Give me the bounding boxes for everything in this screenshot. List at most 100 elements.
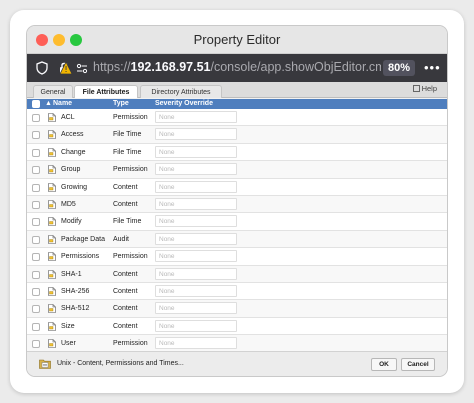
row-checkbox[interactable]	[32, 218, 40, 227]
table-row[interactable]: Modify File Time None	[27, 213, 447, 231]
attribute-name: Size	[61, 322, 75, 330]
table-row[interactable]: SHA-1 Content None	[27, 265, 447, 283]
table-row[interactable]: Group Permission None	[27, 161, 447, 179]
url-bar: https://192.168.97.51/console/app.showOb…	[27, 54, 447, 82]
attribute-name: SHA-1	[61, 270, 82, 278]
zoom-level-button[interactable]: 80%	[383, 60, 415, 76]
severity-override-field[interactable]: None	[155, 302, 237, 315]
row-checkbox[interactable]	[32, 131, 40, 140]
table-row[interactable]: Access File Time None	[27, 126, 447, 144]
file-icon	[48, 113, 56, 122]
cancel-button[interactable]: Cancel	[401, 358, 435, 371]
table-row[interactable]: Change File Time None	[27, 143, 447, 162]
help-icon	[412, 85, 420, 92]
row-checkbox[interactable]	[32, 114, 40, 122]
table-body: ACL Permission None Access File Time None Chan…	[27, 109, 447, 353]
severity-override-field[interactable]: None	[155, 180, 237, 193]
attribute-type: Content	[113, 305, 138, 313]
table-row[interactable]: Package Data Audit None	[27, 230, 447, 249]
severity-override-field[interactable]: None	[155, 284, 237, 297]
attribute-name: SHA-512	[61, 305, 90, 313]
file-icon	[48, 182, 56, 192]
url-field[interactable]: https://192.168.97.51/console/app.showOb…	[93, 60, 381, 74]
column-header-name[interactable]: Name	[53, 99, 72, 109]
row-checkbox[interactable]	[32, 305, 40, 314]
table-row[interactable]: User Permission None	[27, 335, 447, 353]
table-row[interactable]: Permissions Permission None	[27, 248, 447, 266]
sort-ascending-icon[interactable]: ▲	[45, 99, 52, 109]
attribute-name: SHA-256	[61, 287, 90, 295]
severity-override-field[interactable]: None	[155, 145, 237, 158]
rule-name-label: Unix - Content, Permissions and Times...	[57, 360, 184, 367]
row-checkbox[interactable]	[32, 287, 40, 296]
table-row[interactable]: Size Content None	[27, 317, 447, 336]
attribute-name: Permissions	[61, 253, 100, 261]
severity-override-field[interactable]: None	[155, 128, 237, 141]
file-icon	[48, 234, 56, 244]
attribute-name: Growing	[61, 183, 88, 191]
attribute-type: Permission	[113, 166, 148, 174]
attribute-type: Content	[113, 322, 138, 330]
table-row[interactable]: MD5 Content None	[27, 195, 447, 214]
attributes-table: ▲ Name Type Severity Override ACL Permiss…	[27, 99, 447, 353]
row-checkbox[interactable]	[32, 322, 40, 331]
severity-override-field[interactable]: None	[155, 319, 237, 332]
property-editor-window: Property Editor https://192.168.97.51/co…	[27, 26, 447, 376]
attribute-type: File Time	[113, 131, 142, 139]
ok-button[interactable]: OK	[371, 358, 397, 371]
row-checkbox[interactable]	[32, 253, 40, 262]
file-icon	[48, 130, 56, 140]
tab-general[interactable]: General	[33, 85, 73, 98]
attribute-name: Package Data	[61, 235, 105, 243]
row-checkbox[interactable]	[32, 166, 40, 175]
row-checkbox[interactable]	[32, 235, 40, 244]
attribute-name: User	[61, 340, 76, 348]
row-checkbox[interactable]	[32, 183, 40, 192]
severity-override-field[interactable]: None	[155, 215, 237, 228]
url-host: 192.168.97.51	[130, 60, 211, 74]
page-actions-menu-icon[interactable]: •••	[424, 60, 441, 75]
attribute-type: Content	[113, 287, 138, 295]
severity-override-field[interactable]: None	[155, 232, 237, 245]
table-row[interactable]: SHA-512 Content None	[27, 300, 447, 318]
window-title: Property Editor	[193, 32, 281, 47]
tab-strip: General File Attributes Directory Attrib…	[27, 82, 447, 98]
tab-file-attributes[interactable]: File Attributes	[74, 85, 138, 98]
help-link[interactable]: Help	[412, 84, 437, 93]
attribute-type: File Time	[113, 218, 142, 226]
insecure-lock-icon[interactable]	[57, 60, 73, 76]
attribute-name: ACL	[61, 114, 75, 121]
attribute-type: Permission	[113, 114, 148, 121]
tab-directory-attributes[interactable]: Directory Attributes	[140, 85, 222, 98]
attribute-name: Group	[61, 166, 81, 174]
attribute-type: Permission	[113, 253, 148, 261]
permissions-icon[interactable]	[75, 61, 89, 75]
table-row[interactable]: ACL Permission None	[27, 109, 447, 127]
file-icon	[48, 217, 56, 227]
file-icon	[48, 304, 56, 314]
severity-override-field[interactable]: None	[155, 163, 237, 176]
row-checkbox[interactable]	[32, 148, 40, 157]
severity-override-field[interactable]: None	[155, 250, 237, 263]
help-label: Help	[421, 84, 437, 93]
severity-override-field[interactable]: None	[155, 267, 237, 280]
row-checkbox[interactable]	[32, 270, 40, 279]
row-checkbox[interactable]	[32, 340, 40, 349]
shield-icon[interactable]	[35, 61, 49, 75]
attribute-name: Modify	[61, 218, 82, 226]
attribute-type: Audit	[113, 235, 129, 243]
column-header-type[interactable]: Type	[113, 99, 129, 109]
attribute-type: File Time	[113, 148, 142, 156]
select-all-checkbox[interactable]	[32, 100, 40, 108]
attribute-type: Content	[113, 270, 138, 278]
severity-override-field[interactable]: None	[155, 197, 237, 210]
file-icon	[48, 269, 56, 279]
severity-override-field[interactable]: None	[155, 111, 237, 123]
severity-override-field[interactable]: None	[155, 337, 237, 350]
row-checkbox[interactable]	[32, 200, 40, 209]
table-row[interactable]: SHA-256 Content None	[27, 282, 447, 301]
table-row[interactable]: Growing Content None	[27, 178, 447, 196]
attribute-type: Content	[113, 200, 138, 208]
url-path: /console/app.showObjEditor.cmc	[210, 60, 381, 74]
column-header-severity-override[interactable]: Severity Override	[155, 99, 213, 109]
